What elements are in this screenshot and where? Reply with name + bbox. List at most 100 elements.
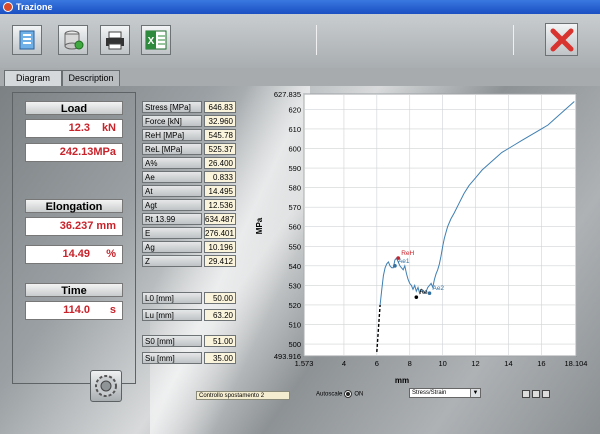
elongation-mm-readout: 36.237 mm bbox=[25, 217, 123, 236]
elongation-title: Elongation bbox=[25, 199, 123, 213]
title-bar[interactable]: Trazione bbox=[0, 0, 600, 14]
stress-strain-chart[interactable]: 1.573 4 6 8 10 12 14 16 18.104493.91650051052053… bbox=[250, 86, 590, 386]
y-tick-label: 590 bbox=[288, 164, 301, 173]
chart-toolbar bbox=[522, 390, 552, 400]
autoscale-label: Autoscale bbox=[316, 391, 343, 398]
dim-row-label: Lu [mm] bbox=[142, 309, 202, 321]
param-row-label: E bbox=[142, 227, 202, 239]
pan-icon[interactable] bbox=[532, 390, 540, 398]
tab-bar: Diagram Description bbox=[0, 68, 600, 86]
dim-row-label: Su [mm] bbox=[142, 352, 202, 364]
dim-row-label: S0 [mm] bbox=[142, 335, 202, 347]
load-title: Load bbox=[25, 101, 123, 115]
load-mpa-readout: 242.13MPa bbox=[25, 143, 123, 162]
y-tick-label: 570 bbox=[288, 203, 301, 212]
plot-mode-select[interactable]: Stress/Strain ▼ bbox=[409, 388, 481, 398]
x-tick-label: 10 bbox=[438, 359, 446, 368]
open-button[interactable] bbox=[12, 25, 42, 55]
param-row-label: Ag bbox=[142, 241, 202, 253]
param-row-value: 26.400 bbox=[204, 157, 236, 169]
annotation-marker bbox=[393, 264, 397, 268]
dim-row-value: 35.00 bbox=[204, 352, 236, 364]
close-x-icon bbox=[550, 28, 574, 52]
tab-description[interactable]: Description bbox=[62, 70, 120, 86]
param-row-label: ReL [MPa] bbox=[142, 143, 202, 155]
autoscale-state: ON bbox=[354, 391, 364, 398]
y-tick-label: 530 bbox=[288, 281, 301, 290]
elongation-pct-unit: % bbox=[106, 248, 116, 260]
application-window: Trazione X Diagram Description Load 12.3… bbox=[0, 0, 600, 434]
load-kn-readout: 12.3 kN bbox=[25, 119, 123, 138]
param-row-label: Agt bbox=[142, 199, 202, 211]
param-row-value: 0.833 bbox=[204, 171, 236, 183]
database-icon bbox=[64, 30, 84, 50]
y-tick-label: 627.835 bbox=[274, 90, 301, 99]
y-tick-label: 493.916 bbox=[274, 352, 301, 361]
elongation-pct-value: 14.49 bbox=[62, 248, 90, 260]
param-row-value: 12.536 bbox=[204, 199, 236, 211]
param-row-value: 29.412 bbox=[204, 255, 236, 267]
param-row-label: Ae bbox=[142, 171, 202, 183]
y-tick-label: 580 bbox=[288, 184, 301, 193]
param-row-value: 10.196 bbox=[204, 241, 236, 253]
param-row-value: 276.401 bbox=[204, 227, 236, 239]
window-title: Trazione bbox=[16, 2, 53, 12]
toolbar: X bbox=[0, 14, 600, 68]
param-row-value: 646.83 bbox=[204, 101, 236, 113]
app-icon bbox=[3, 2, 13, 12]
y-tick-label: 540 bbox=[288, 262, 301, 271]
param-row-value: 525.37 bbox=[204, 143, 236, 155]
x-tick-label: 4 bbox=[342, 359, 346, 368]
toolbar-spacer bbox=[316, 25, 514, 55]
y-axis-label: MPa bbox=[255, 217, 264, 234]
autoscale-radio[interactable] bbox=[344, 390, 353, 398]
annotation-marker bbox=[414, 295, 419, 299]
dim-row-value: 63.20 bbox=[204, 309, 236, 321]
annotation-label: Re bbox=[419, 289, 428, 296]
plot-frame bbox=[303, 93, 577, 357]
settings-button[interactable] bbox=[90, 370, 122, 402]
chart-controls: Autoscale ON Stress/Strain ▼ bbox=[304, 386, 590, 402]
param-row-label: Z bbox=[142, 255, 202, 267]
time-unit: s bbox=[109, 304, 116, 316]
x-tick-label: 6 bbox=[375, 359, 379, 368]
annotation-marker bbox=[427, 291, 432, 296]
annotation-label: ReH bbox=[401, 250, 414, 257]
param-row-label: Force [kN] bbox=[142, 115, 202, 127]
autoscale-control[interactable]: Autoscale ON bbox=[316, 390, 363, 398]
readout-panel: Load 12.3 kN 242.13MPa Elongation 36.237… bbox=[12, 92, 136, 384]
x-tick-label: 18.104 bbox=[565, 359, 588, 368]
time-title: Time bbox=[25, 283, 123, 297]
svg-text:X: X bbox=[148, 36, 155, 47]
param-row-value: 14.495 bbox=[204, 185, 236, 197]
elongation-mm-value: 36.237 mm bbox=[59, 220, 116, 232]
load-mpa-value: 242.13MPa bbox=[59, 146, 116, 158]
save-button[interactable] bbox=[58, 25, 88, 55]
gear-icon bbox=[95, 375, 117, 397]
param-row-label: Stress [MPa] bbox=[142, 101, 202, 113]
x-tick-label: 16 bbox=[537, 359, 545, 368]
excel-button[interactable]: X bbox=[141, 25, 171, 55]
load-kn-unit: kN bbox=[101, 122, 116, 134]
reset-icon[interactable] bbox=[542, 390, 550, 398]
x-tick-label: 8 bbox=[408, 359, 412, 368]
x-tick-label: 12 bbox=[471, 359, 479, 368]
x-tick-label: 14 bbox=[504, 359, 512, 368]
zoom-icon[interactable] bbox=[522, 390, 530, 398]
annotation-label: Ae2 bbox=[432, 285, 444, 292]
excel-icon: X bbox=[145, 30, 167, 50]
chevron-down-icon: ▼ bbox=[470, 389, 480, 397]
document-icon bbox=[19, 30, 35, 50]
y-tick-label: 520 bbox=[288, 301, 301, 310]
close-button[interactable] bbox=[545, 23, 578, 56]
param-row-label: Rt 13.99 bbox=[142, 213, 202, 225]
tab-diagram[interactable]: Diagram bbox=[4, 70, 62, 86]
print-button[interactable] bbox=[100, 25, 130, 55]
param-row-label: A% bbox=[142, 157, 202, 169]
y-tick-label: 620 bbox=[288, 105, 301, 114]
x-axis-label: mm bbox=[395, 376, 409, 385]
y-tick-label: 560 bbox=[288, 223, 301, 232]
elongation-pct-readout: 14.49 % bbox=[25, 245, 123, 264]
y-tick-label: 600 bbox=[288, 144, 301, 153]
y-tick-label: 610 bbox=[288, 125, 301, 134]
